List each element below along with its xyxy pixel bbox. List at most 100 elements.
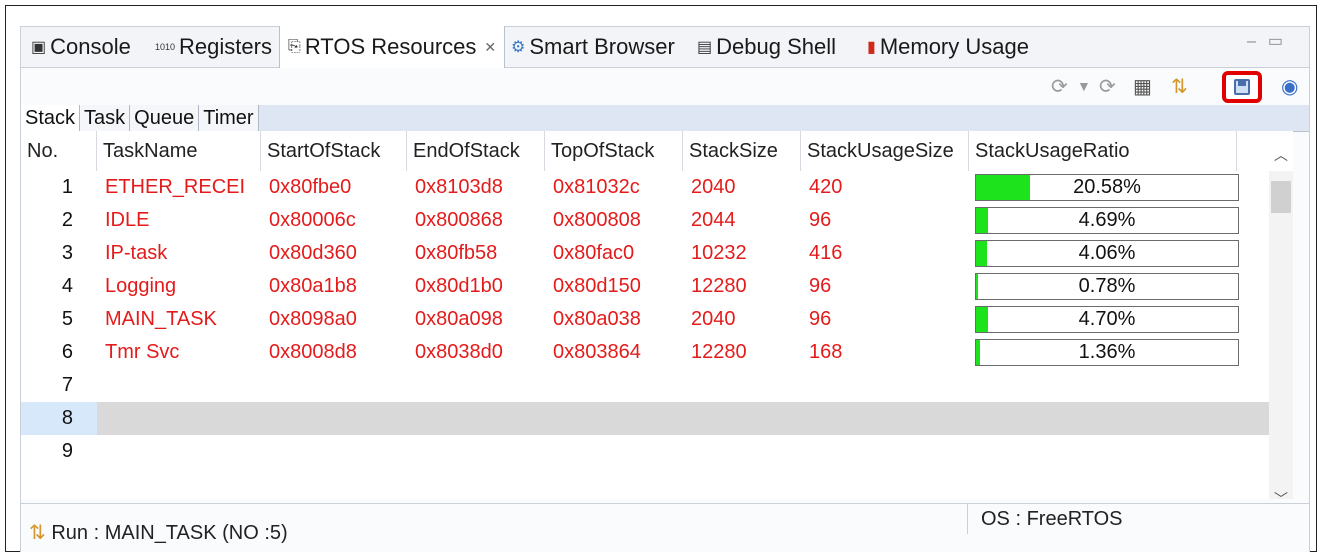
cell-end: 0x8103d8 xyxy=(415,176,503,198)
row-number: 8 xyxy=(21,402,97,435)
usage-ratio-bar: 1.36% xyxy=(975,339,1239,366)
dropdown-arrow-icon[interactable]: ▼ xyxy=(1077,78,1091,94)
scrollbar-thumb[interactable] xyxy=(1271,181,1291,213)
cell-size: 12280 xyxy=(691,275,747,297)
col-header-endofstack[interactable]: EndOfStack xyxy=(407,131,545,171)
col-header-no[interactable]: No. xyxy=(21,131,97,171)
row-number: 6 xyxy=(61,341,73,363)
cell-start: 0x80d360 xyxy=(269,242,357,264)
subtab-queue[interactable]: Queue xyxy=(130,105,200,131)
close-icon[interactable]: ✕ xyxy=(484,39,496,56)
console-icon: ▣ xyxy=(31,39,47,56)
subtab-stack[interactable]: Stack xyxy=(21,105,81,131)
cell-name: MAIN_TASK xyxy=(105,308,217,330)
col-header-startofstack[interactable]: StartOfStack xyxy=(261,131,407,171)
col-header-stackusageratio[interactable]: StackUsageRatio xyxy=(969,131,1237,171)
status-run-text: ⇅ Run : MAIN_TASK (NO :5) xyxy=(29,520,288,545)
cell-end: 0x80a098 xyxy=(415,308,503,330)
cell-start: 0x80a1b8 xyxy=(269,275,357,297)
subtab-timer[interactable]: Timer xyxy=(199,105,259,131)
table-row[interactable]: 2 IDLE 0x80006c 0x800868 0x800808 2044 96 4.69% xyxy=(21,204,1269,237)
view-toolbar: ⟳ ▼ ⟳ ▦ ⇅ ◉ xyxy=(21,68,1309,104)
minimize-icon[interactable]: ‒ xyxy=(1247,33,1268,50)
cell-start: 0x8008d8 xyxy=(269,341,357,363)
tab-console[interactable]: ▣ Console xyxy=(31,27,131,67)
tab-smart-browser[interactable]: ⚙ Smart Browser xyxy=(511,27,675,67)
cell-start: 0x8098a0 xyxy=(269,308,357,330)
row-number: 5 xyxy=(61,308,73,330)
cell-start: 0x80006c xyxy=(269,209,356,231)
status-os-text: OS : FreeRTOS xyxy=(981,508,1123,530)
usage-ratio-bar: 4.70% xyxy=(975,306,1239,333)
tab-debug-shell[interactable]: ▤ Debug Shell xyxy=(697,27,836,67)
row-number: 4 xyxy=(61,275,73,297)
row-number: 9 xyxy=(61,440,73,462)
table-row[interactable]: 3 IP-task 0x80d360 0x80fb58 0x80fac0 10232 416… xyxy=(21,237,1269,270)
status-run-label: Run : MAIN_TASK (NO :5) xyxy=(51,522,288,544)
cell-end: 0x80d1b0 xyxy=(415,275,503,297)
refresh-settings-icon[interactable]: ⟳ xyxy=(1051,74,1068,99)
window-buttons: ‒▭ xyxy=(1247,31,1295,51)
table-row[interactable]: 1 ETHER_RECEI 0x80fbe0 0x8103d8 0x81032c 2040… xyxy=(21,171,1269,204)
column-settings-icon[interactable]: ▦ xyxy=(1133,74,1152,99)
sub-tab-bar: Stack Task Queue Timer xyxy=(21,105,1309,132)
cell-size: 2044 xyxy=(691,209,736,231)
tab-label: Smart Browser xyxy=(529,34,675,59)
table-row[interactable]: 5 MAIN_TASK 0x8098a0 0x80a098 0x80a038 2040 96… xyxy=(21,303,1269,336)
cell-top: 0x80fac0 xyxy=(553,242,635,264)
view-tab-bar: ▣ Console 1010 Registers ⎘ RTOS Resource… xyxy=(21,26,1309,68)
cell-top: 0x800808 xyxy=(553,209,641,231)
col-header-stacksize[interactable]: StackSize xyxy=(683,131,801,171)
cell-usage: 168 xyxy=(809,341,843,363)
col-header-taskname[interactable]: TaskName xyxy=(97,131,261,171)
table-row[interactable]: 8 xyxy=(21,402,1269,435)
table-row[interactable]: 9 xyxy=(21,435,1269,468)
memory-usage-icon: ▮ xyxy=(867,39,876,56)
cell-size: 2040 xyxy=(691,176,736,198)
scroll-up-icon[interactable]: ︿ xyxy=(1274,145,1288,165)
cell-top: 0x803864 xyxy=(553,341,641,363)
row-number: 3 xyxy=(61,242,73,264)
status-bar: ⇅ Run : MAIN_TASK (NO :5) OS : FreeRTOS xyxy=(21,503,1309,552)
usage-ratio-label: 1.36% xyxy=(1078,341,1136,363)
maximize-icon[interactable]: ▭ xyxy=(1268,33,1295,50)
status-divider xyxy=(967,504,968,534)
cell-size: 12280 xyxy=(691,341,747,363)
cell-name: Tmr Svc xyxy=(105,341,180,363)
cell-name: Logging xyxy=(105,275,177,297)
tab-registers[interactable]: 1010 Registers xyxy=(155,27,272,67)
cell-top: 0x80d150 xyxy=(553,275,641,297)
run-icon: ⇅ xyxy=(29,522,46,544)
sync-icon[interactable]: ⇅ xyxy=(1171,74,1188,99)
col-header-stackusagesize[interactable]: StackUsageSize xyxy=(801,131,969,171)
row-number: 7 xyxy=(61,374,73,396)
smart-browser-icon: ⚙ xyxy=(511,39,526,56)
vertical-scrollbar[interactable]: ︿ ﹀ xyxy=(1269,147,1293,507)
rtos-icon: ⎘ xyxy=(288,38,301,55)
cell-name: IP-task xyxy=(105,242,168,264)
usage-ratio-label: 4.70% xyxy=(1078,308,1136,330)
subtab-task[interactable]: Task xyxy=(80,105,131,131)
tab-label: Debug Shell xyxy=(716,34,836,59)
save-button[interactable] xyxy=(1222,71,1262,103)
debug-shell-icon: ▤ xyxy=(697,39,713,56)
refresh-icon[interactable]: ⟳ xyxy=(1099,74,1116,99)
row-number: 1 xyxy=(61,176,73,198)
cell-usage: 96 xyxy=(809,275,832,297)
view-panel: ▣ Console 1010 Registers ⎘ RTOS Resource… xyxy=(20,26,1310,552)
usage-ratio-label: 4.69% xyxy=(1078,209,1136,231)
stack-table: No. TaskName StartOfStack EndOfStack Top… xyxy=(21,131,1293,507)
cell-name: ETHER_RECEI xyxy=(105,176,246,198)
table-row[interactable]: 7 xyxy=(21,369,1269,402)
tab-rtos-resources[interactable]: ⎘ RTOS Resources ✕ xyxy=(279,26,506,68)
usage-ratio-label: 20.58% xyxy=(1073,176,1141,198)
tab-memory-usage[interactable]: ▮ Memory Usage xyxy=(867,27,1029,67)
save-icon xyxy=(1234,79,1250,95)
table-row[interactable]: 4 Logging 0x80a1b8 0x80d1b0 0x80d150 12280 96 0… xyxy=(21,270,1269,303)
table-row[interactable]: 6 Tmr Svc 0x8008d8 0x8038d0 0x803864 12280 168… xyxy=(21,336,1269,369)
usage-ratio-bar: 20.58% xyxy=(975,174,1239,201)
cell-usage: 420 xyxy=(809,176,843,198)
help-search-icon[interactable]: ◉ xyxy=(1281,74,1298,99)
cell-top: 0x81032c xyxy=(553,176,640,198)
col-header-topofstack[interactable]: TopOfStack xyxy=(545,131,683,171)
